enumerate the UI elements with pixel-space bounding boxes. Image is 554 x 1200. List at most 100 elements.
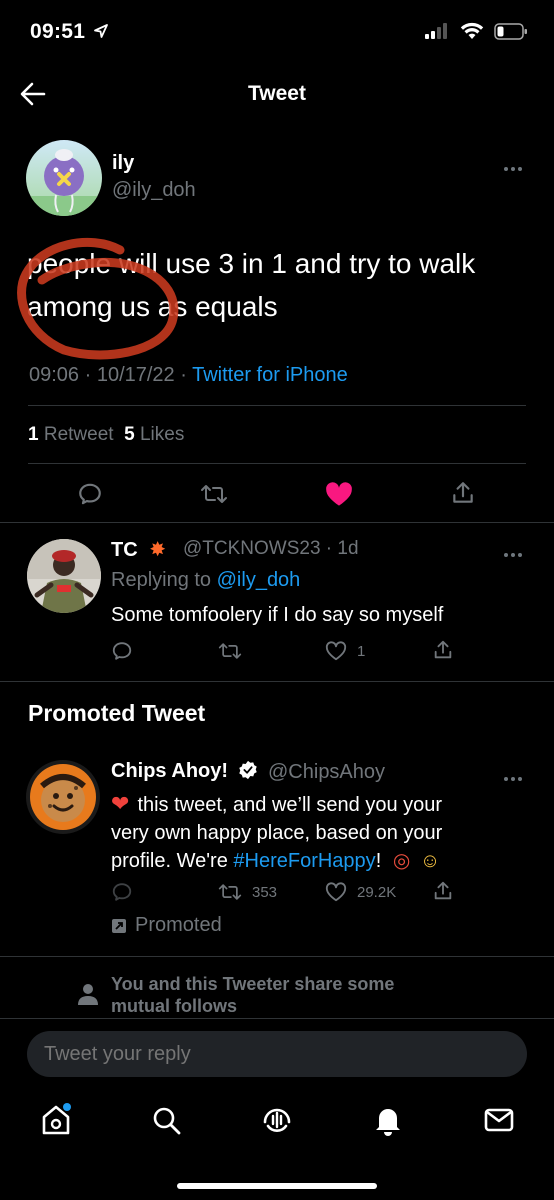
search-icon bbox=[153, 1107, 181, 1135]
page-title: Tweet bbox=[248, 82, 306, 105]
retweet-label[interactable]: Retweet bbox=[44, 424, 114, 445]
promoted-retweet-button[interactable]: 353 bbox=[218, 881, 277, 903]
reply-icon bbox=[79, 483, 101, 505]
replying-to: Replying to @ily_doh bbox=[111, 569, 301, 591]
mail-icon bbox=[484, 1108, 514, 1132]
home-icon bbox=[42, 1103, 71, 1135]
bell-icon bbox=[376, 1109, 400, 1136]
promoted-text: ❤ this tweet, and we’ll send you your ver… bbox=[111, 791, 443, 872]
share-icon bbox=[453, 482, 473, 503]
tweet-display-name[interactable]: ily bbox=[112, 152, 134, 175]
reply-input[interactable] bbox=[27, 1031, 527, 1077]
tab-spaces[interactable] bbox=[259, 1102, 295, 1138]
tweet-timestamp: 09:06 · 10/17/22 · bbox=[29, 364, 193, 386]
status-bar: 09:51 bbox=[0, 0, 554, 66]
likes-count[interactable]: 5 bbox=[124, 424, 135, 445]
reply-icon bbox=[112, 642, 132, 660]
reply-share-button[interactable] bbox=[432, 639, 454, 661]
wifi-icon bbox=[460, 22, 484, 39]
promoted-icon bbox=[112, 918, 126, 933]
tweet-stats: 1 Retweet 5 Likes bbox=[28, 424, 184, 446]
tab-bar bbox=[0, 1090, 554, 1160]
red-scribble-circle bbox=[17, 238, 179, 360]
retweet-button[interactable] bbox=[200, 481, 228, 507]
reply-age: 1d bbox=[337, 538, 359, 559]
mutual-follows-text: You and this Tweeter share some mutual f… bbox=[111, 974, 395, 1016]
hashtag-link[interactable]: #HereForHappy bbox=[233, 850, 375, 872]
reply-button[interactable] bbox=[77, 481, 103, 507]
divider bbox=[0, 522, 554, 523]
reply-like-button[interactable]: 1 bbox=[325, 640, 365, 662]
dart-emoji-icon: ◎ bbox=[392, 850, 411, 872]
likes-label[interactable]: Likes bbox=[140, 424, 184, 445]
spaces-icon bbox=[263, 1108, 291, 1132]
promoted-display-name[interactable]: Chips Ahoy! bbox=[111, 760, 258, 783]
heart-outline-icon bbox=[325, 882, 347, 902]
smiling-hearts-emoji-icon: ☺ bbox=[419, 850, 441, 872]
share-icon bbox=[434, 881, 452, 900]
tab-messages[interactable] bbox=[481, 1102, 517, 1138]
avatar-ily[interactable] bbox=[26, 140, 102, 216]
reply-like-count: 1 bbox=[357, 642, 366, 660]
tc-avatar-icon bbox=[27, 539, 101, 613]
promoted-retweet-count: 353 bbox=[252, 883, 278, 901]
collision-emoji-icon: ✸ bbox=[149, 539, 166, 561]
battery-icon bbox=[494, 22, 527, 40]
divider bbox=[0, 681, 554, 682]
share-icon bbox=[434, 640, 452, 659]
tweet-meta: 09:06 · 10/17/22 · Twitter for iPhone bbox=[29, 364, 348, 387]
tab-home[interactable] bbox=[38, 1102, 74, 1138]
promoted-like-button[interactable]: 29.2K bbox=[325, 881, 396, 903]
like-button[interactable] bbox=[325, 481, 353, 507]
tweet-handle[interactable]: @ily_doh bbox=[112, 179, 196, 202]
replying-to-link[interactable]: @ily_doh bbox=[217, 569, 301, 591]
heart-icon bbox=[326, 482, 352, 506]
reply-display-name[interactable]: TC ✸ bbox=[111, 537, 166, 562]
reply-retweet-button[interactable] bbox=[218, 640, 242, 662]
promoted-heading: Promoted Tweet bbox=[28, 700, 206, 726]
signal-icon bbox=[425, 23, 447, 39]
home-indicator bbox=[177, 1183, 377, 1189]
more-dots-icon bbox=[504, 553, 508, 557]
retweet-icon bbox=[201, 485, 227, 503]
more-dots-icon bbox=[504, 777, 508, 781]
promoted-handle[interactable]: @ChipsAhoy bbox=[268, 761, 385, 784]
promoted-like-count: 29.2K bbox=[357, 883, 397, 901]
divider bbox=[0, 956, 554, 957]
divider bbox=[28, 463, 526, 464]
avatar-tc[interactable] bbox=[27, 539, 101, 613]
tab-notifications[interactable] bbox=[370, 1102, 406, 1138]
retweet-icon bbox=[218, 643, 242, 659]
tweet-more-button[interactable] bbox=[504, 158, 528, 174]
status-indicators bbox=[424, 22, 528, 40]
retweet-icon bbox=[218, 884, 242, 900]
more-dots-icon bbox=[504, 167, 508, 171]
location-arrow-icon bbox=[94, 24, 109, 38]
reply-reply-button[interactable] bbox=[111, 640, 133, 662]
divider bbox=[28, 405, 526, 406]
retweet-count[interactable]: 1 bbox=[28, 424, 39, 445]
reply-text: Some tomfoolery if I do say so myself bbox=[111, 604, 444, 626]
nav-bar: Tweet bbox=[0, 66, 554, 122]
reply-icon bbox=[112, 883, 132, 901]
red-heart-emoji-icon: ❤ bbox=[111, 791, 130, 816]
status-time: 09:51 bbox=[30, 20, 109, 44]
promoted-more-button[interactable] bbox=[504, 768, 528, 784]
share-button[interactable] bbox=[450, 480, 476, 506]
person-icon bbox=[78, 984, 98, 1005]
avatar-chipsahoy[interactable] bbox=[26, 760, 100, 834]
reply-input-container[interactable] bbox=[27, 1031, 527, 1077]
reply-handle[interactable]: @TCKNOWS23 bbox=[183, 538, 321, 559]
reply-handle-line: @TCKNOWS23 · 1d bbox=[183, 538, 359, 559]
tab-search[interactable] bbox=[148, 1102, 184, 1138]
tweet-source-link[interactable]: Twitter for iPhone bbox=[192, 364, 348, 386]
divider bbox=[0, 1018, 554, 1019]
verified-icon bbox=[238, 760, 257, 780]
chips-ahoy-avatar-icon bbox=[26, 760, 100, 834]
promoted-share-button[interactable] bbox=[432, 880, 454, 902]
promoted-label-row: Promoted bbox=[111, 914, 222, 937]
reply-more-button[interactable] bbox=[504, 544, 528, 560]
heart-outline-icon bbox=[325, 641, 347, 661]
drifloon-avatar-icon bbox=[26, 140, 102, 216]
promoted-reply-button[interactable] bbox=[111, 881, 133, 903]
